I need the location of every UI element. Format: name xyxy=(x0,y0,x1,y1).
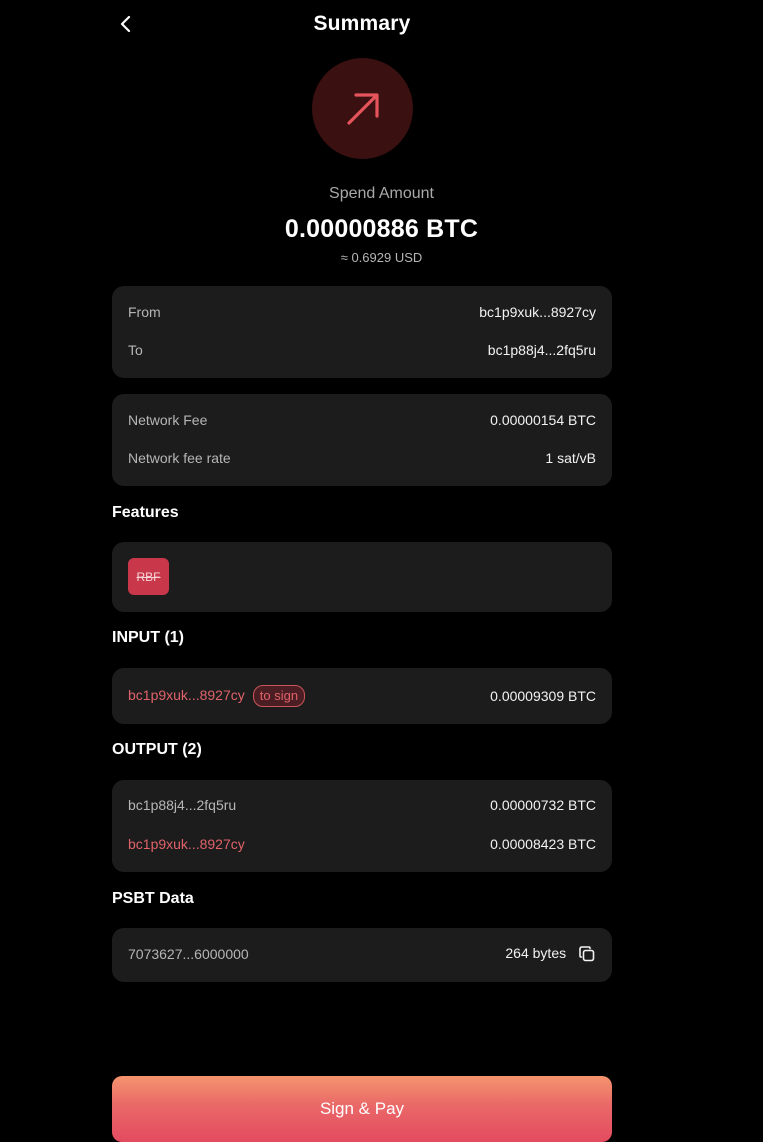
input-amount: 0.00009309 BTC xyxy=(490,688,596,704)
page-title: Summary xyxy=(313,12,411,35)
send-indicator xyxy=(312,58,413,159)
psbt-row: 7073627...6000000 264 bytes xyxy=(128,944,596,964)
output-amount: 0.00008423 BTC xyxy=(490,836,596,852)
features-title: Features xyxy=(112,504,179,521)
fee-rate-row: Network fee rate 1 sat/vB xyxy=(128,448,596,468)
to-label: To xyxy=(128,342,143,358)
psbt-size-group: 264 bytes xyxy=(505,945,596,963)
fee-rate-label: Network fee rate xyxy=(128,450,231,466)
summary-page: Summary Spend Amount 0.00000886 BTC ≈ 0.… xyxy=(0,0,763,1142)
features-card: RBF xyxy=(112,542,612,612)
network-fee-row: Network Fee 0.00000154 BTC xyxy=(128,410,596,430)
input-card: bc1p9xuk...8927cy to sign 0.00009309 BTC xyxy=(112,668,612,724)
sign-and-pay-button[interactable]: Sign & Pay xyxy=(112,1076,612,1142)
to-sign-badge: to sign xyxy=(252,685,306,707)
output-amount: 0.00000732 BTC xyxy=(490,797,596,813)
from-address: bc1p9xuk...8927cy xyxy=(479,304,596,320)
input-address: bc1p9xuk...8927cy xyxy=(128,687,245,703)
output-address: bc1p88j4...2fq5ru xyxy=(128,797,237,813)
psbt-title: PSBT Data xyxy=(112,890,194,907)
copy-button[interactable] xyxy=(578,945,596,963)
to-address: bc1p88j4...2fq5ru xyxy=(487,342,596,358)
output-row: bc1p88j4...2fq5ru 0.00000732 BTC xyxy=(128,795,596,815)
output-address: bc1p9xuk...8927cy xyxy=(128,836,245,852)
copy-icon xyxy=(579,946,595,962)
network-fee-value: 0.00000154 BTC xyxy=(490,412,596,428)
psbt-card: 7073627...6000000 264 bytes xyxy=(112,928,612,982)
fee-rate-value: 1 sat/vB xyxy=(545,450,596,466)
psbt-size: 264 bytes xyxy=(505,944,567,961)
to-row: To bc1p88j4...2fq5ru xyxy=(128,340,596,360)
output-title: OUTPUT (2) xyxy=(112,741,202,758)
fees-card: Network Fee 0.00000154 BTC Network fee r… xyxy=(112,394,612,486)
arrow-up-right-icon xyxy=(346,92,379,125)
output-card: bc1p88j4...2fq5ru 0.00000732 BTC bc1p9xu… xyxy=(112,780,612,872)
input-row: bc1p9xuk...8927cy to sign 0.00009309 BTC xyxy=(128,685,596,707)
rbf-badge[interactable]: RBF xyxy=(128,558,169,595)
input-title: INPUT (1) xyxy=(112,629,184,646)
from-label: From xyxy=(128,304,161,320)
psbt-data: 7073627...6000000 xyxy=(128,946,249,962)
from-row: From bc1p9xuk...8927cy xyxy=(128,302,596,322)
network-fee-label: Network Fee xyxy=(128,412,208,428)
input-address-group: bc1p9xuk...8927cy to sign xyxy=(128,685,306,707)
spend-amount-value: 0.00000886 BTC xyxy=(284,215,479,243)
spend-amount-usd: ≈ 0.6929 USD xyxy=(340,250,423,265)
output-row: bc1p9xuk...8927cy 0.00008423 BTC xyxy=(128,834,596,854)
addresses-card: From bc1p9xuk...8927cy To bc1p88j4...2fq… xyxy=(112,286,612,378)
header: Summary xyxy=(112,0,612,50)
spend-amount-label: Spend Amount xyxy=(329,185,434,202)
